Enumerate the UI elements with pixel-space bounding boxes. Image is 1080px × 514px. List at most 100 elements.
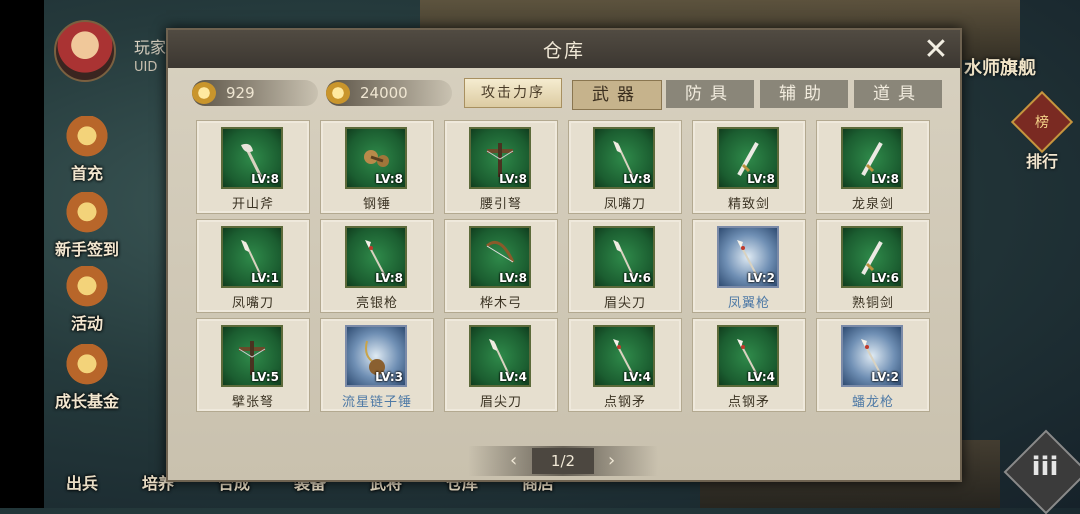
bottom-deploy-button[interactable]: 出兵	[66, 470, 98, 494]
spear-icon: LV:2	[717, 226, 779, 288]
item-slot[interactable]: LV:8 开山斧	[196, 120, 310, 214]
item-slot[interactable]: LV:8 龙泉剑	[816, 120, 930, 214]
item-level: LV:6	[871, 271, 899, 285]
gift-box-icon	[59, 192, 115, 236]
copper-coin-icon	[326, 82, 350, 104]
menu-icon: iii	[1031, 452, 1059, 482]
next-page-button[interactable]: ›	[608, 450, 615, 471]
item-level: LV:5	[251, 370, 279, 384]
item-name: 凤嘴刀	[603, 197, 646, 212]
item-level: LV:8	[375, 271, 403, 285]
item-name: 流星链子锤	[341, 395, 412, 410]
spear-icon: LV:4	[593, 325, 655, 387]
copper-resource: 24000	[326, 80, 452, 106]
item-level: LV:4	[623, 370, 651, 384]
prev-page-button[interactable]: ‹	[510, 450, 517, 471]
item-level: LV:8	[871, 172, 899, 186]
item-name: 凤嘴刀	[231, 296, 274, 311]
item-level: LV:8	[375, 172, 403, 186]
item-level: LV:8	[747, 172, 775, 186]
item-name: 擘张弩	[231, 395, 274, 410]
spear-icon: LV:4	[717, 325, 779, 387]
ranking-badge-icon: 榜	[1010, 90, 1074, 154]
item-level: LV:6	[623, 271, 651, 285]
item-name: 眉尖刀	[603, 296, 646, 311]
crossbow-icon: LV:5	[221, 325, 283, 387]
axe-icon: LV:8	[221, 127, 283, 189]
item-name: 凤翼枪	[727, 296, 770, 311]
ranking-button[interactable]: 榜 排行	[1010, 90, 1074, 172]
item-level: LV:8	[499, 271, 527, 285]
item-name: 蟠龙枪	[851, 395, 894, 410]
item-slot[interactable]: LV:6 熟铜剑	[816, 219, 930, 313]
item-name: 点钢矛	[727, 395, 770, 410]
tab-auxiliary[interactable]: 辅助	[760, 80, 848, 108]
silver-ingot-icon	[192, 82, 216, 104]
first-recharge-button[interactable]: 首充	[50, 116, 124, 184]
sort-by-attack-button[interactable]: 攻击力序	[464, 78, 562, 108]
screen-edge	[0, 0, 44, 508]
glaive-icon: LV:8	[593, 127, 655, 189]
player-name: 玩家	[134, 38, 167, 57]
item-name: 亮银枪	[355, 296, 398, 311]
item-slot[interactable]: LV:8 亮银枪	[320, 219, 434, 313]
gift-icon	[59, 116, 115, 160]
activity-button[interactable]: 活动	[50, 266, 124, 334]
player-avatar[interactable]	[54, 20, 116, 82]
spear-icon: LV:8	[345, 226, 407, 288]
page-indicator: 1/2	[532, 448, 594, 474]
flail-icon: LV:3	[345, 325, 407, 387]
item-name: 桦木弓	[479, 296, 522, 311]
item-slot[interactable]: LV:8 精致剑	[692, 120, 806, 214]
tab-armor[interactable]: 防具	[666, 80, 754, 108]
item-slot[interactable]: LV:4 眉尖刀	[444, 318, 558, 412]
item-level: LV:8	[623, 172, 651, 186]
item-slot[interactable]: LV:4 点钢矛	[692, 318, 806, 412]
item-level: LV:8	[251, 172, 279, 186]
item-level: LV:8	[499, 172, 527, 186]
growth-fund-button[interactable]: 成长基金	[50, 344, 124, 412]
dialog-title: 仓库	[542, 40, 585, 62]
item-slot[interactable]: LV:1 凤嘴刀	[196, 219, 310, 313]
item-slot[interactable]: LV:2 蟠龙枪	[816, 318, 930, 412]
lantern-icon	[59, 266, 115, 310]
item-slot[interactable]: LV:6 眉尖刀	[568, 219, 682, 313]
item-level: LV:4	[747, 370, 775, 384]
player-uid: UID	[134, 60, 158, 75]
crossbow-icon: LV:8	[469, 127, 531, 189]
newbie-signin-button[interactable]: 新手签到	[50, 192, 124, 260]
item-level: LV:2	[747, 271, 775, 285]
sword-icon: LV:8	[717, 127, 779, 189]
item-level: LV:3	[375, 370, 403, 384]
close-icon[interactable]: ✕	[920, 34, 952, 66]
tab-items[interactable]: 道具	[854, 80, 942, 108]
item-name: 眉尖刀	[479, 395, 522, 410]
item-slot[interactable]: LV:8 腰引弩	[444, 120, 558, 214]
treasure-icon	[59, 344, 115, 388]
item-name: 熟铜剑	[851, 296, 894, 311]
item-slot[interactable]: LV:8 凤嘴刀	[568, 120, 682, 214]
hammer-icon: LV:8	[345, 127, 407, 189]
sword-icon: LV:8	[841, 127, 903, 189]
item-level: LV:2	[871, 370, 899, 384]
item-slot[interactable]: LV:4 点钢矛	[568, 318, 682, 412]
item-slot[interactable]: LV:5 擘张弩	[196, 318, 310, 412]
item-slot[interactable]: LV:8 桦木弓	[444, 219, 558, 313]
glaive-icon: LV:1	[221, 226, 283, 288]
item-name: 精致剑	[727, 197, 770, 212]
item-slot[interactable]: LV:2 凤翼枪	[692, 219, 806, 313]
warehouse-dialog: 仓库 ✕ 929 24000 攻击力序 武器 防具 辅助 道具 LV:8 开山斧 L…	[166, 28, 962, 482]
glaive-icon: LV:6	[593, 226, 655, 288]
item-name: 点钢矛	[603, 395, 646, 410]
item-slot[interactable]: LV:3 流星链子锤	[320, 318, 434, 412]
tab-weapons[interactable]: 武器	[572, 80, 662, 110]
glaive-icon: LV:4	[469, 325, 531, 387]
silver-resource: 929	[192, 80, 318, 106]
flagship-title[interactable]: 水师旗舰	[964, 54, 1036, 80]
spear-icon: LV:2	[841, 325, 903, 387]
item-name: 龙泉剑	[851, 197, 894, 212]
sword-icon: LV:6	[841, 226, 903, 288]
bow-icon: LV:8	[469, 226, 531, 288]
item-slot[interactable]: LV:8 钢锤	[320, 120, 434, 214]
item-name: 钢锤	[362, 197, 391, 212]
